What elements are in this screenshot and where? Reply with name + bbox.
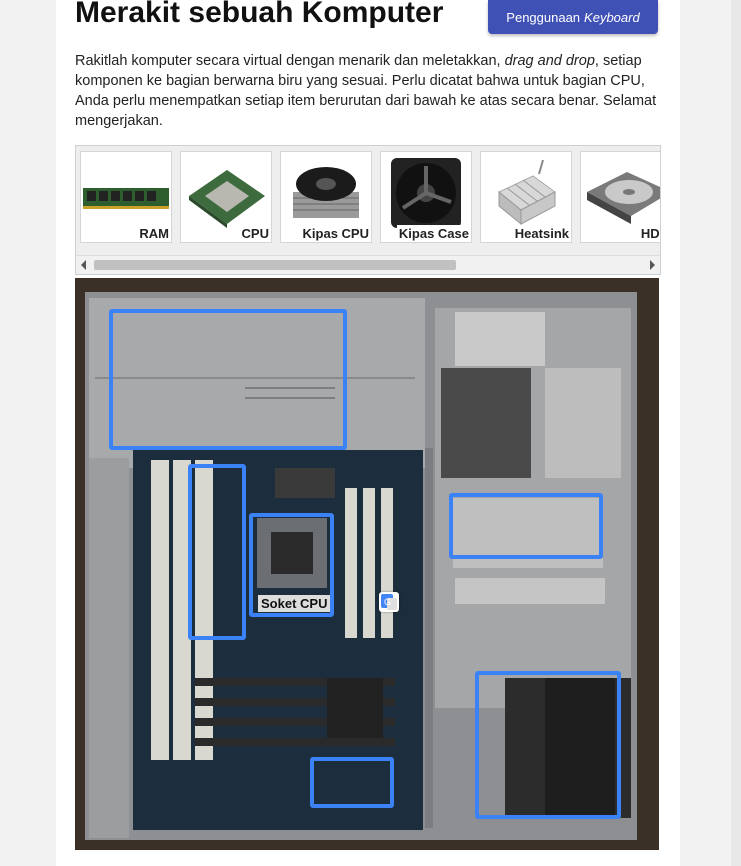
drop-target-ram[interactable] [188, 464, 246, 640]
page-content: Merakit sebuah Komputer Penggunaan Keybo… [56, 0, 680, 866]
translate-icon[interactable]: G [379, 592, 399, 612]
keyboard-usage-button[interactable]: Penggunaan Keyboard [488, 0, 658, 34]
component-label: Heatsink [512, 225, 571, 242]
scroll-right-arrow-icon[interactable] [650, 260, 655, 270]
component-tray: RAM CPU Kipas CPU Kipas Case Heatsink HD [75, 145, 661, 275]
drop-target-lower-slot[interactable] [310, 757, 394, 808]
component-hdd[interactable]: HDD [580, 151, 660, 243]
computer-case-board: Soket CPU G [75, 278, 659, 850]
instructions-part1: Rakitlah komputer secara virtual dengan … [75, 53, 505, 69]
window-scrollbar[interactable] [731, 0, 741, 866]
keyboard-usage-label-em: Keyboard [584, 9, 640, 25]
instructions-text: Rakitlah komputer secara virtual dengan … [75, 51, 665, 131]
drop-target-hdd-bay[interactable] [449, 493, 603, 559]
component-cpu-fan[interactable]: Kipas CPU [280, 151, 372, 243]
tray-scrollbar[interactable] [76, 255, 660, 274]
cpu-socket-label: Soket CPU [258, 595, 331, 612]
component-label: HDD [638, 225, 660, 242]
component-items: RAM CPU Kipas CPU Kipas Case Heatsink HD [80, 151, 660, 247]
drop-target-power-supply[interactable] [475, 671, 621, 819]
component-label: RAM [137, 225, 171, 242]
drop-target-case-fan[interactable] [109, 309, 347, 450]
component-cpu[interactable]: CPU [180, 151, 272, 243]
component-label: CPU [239, 225, 271, 242]
keyboard-usage-label: Penggunaan [506, 9, 581, 25]
component-label: Kipas CPU [300, 225, 371, 242]
component-label: Kipas Case [396, 225, 471, 242]
page-title: Merakit sebuah Komputer [75, 0, 444, 29]
component-heatsink[interactable]: Heatsink [480, 151, 572, 243]
instructions-drag-drop: drag and drop [504, 53, 595, 69]
scrollbar-thumb[interactable] [94, 260, 456, 270]
component-case-fan[interactable]: Kipas Case [380, 151, 472, 243]
svg-text:G: G [384, 597, 391, 607]
scroll-left-arrow-icon[interactable] [81, 260, 86, 270]
component-ram[interactable]: RAM [80, 151, 172, 243]
